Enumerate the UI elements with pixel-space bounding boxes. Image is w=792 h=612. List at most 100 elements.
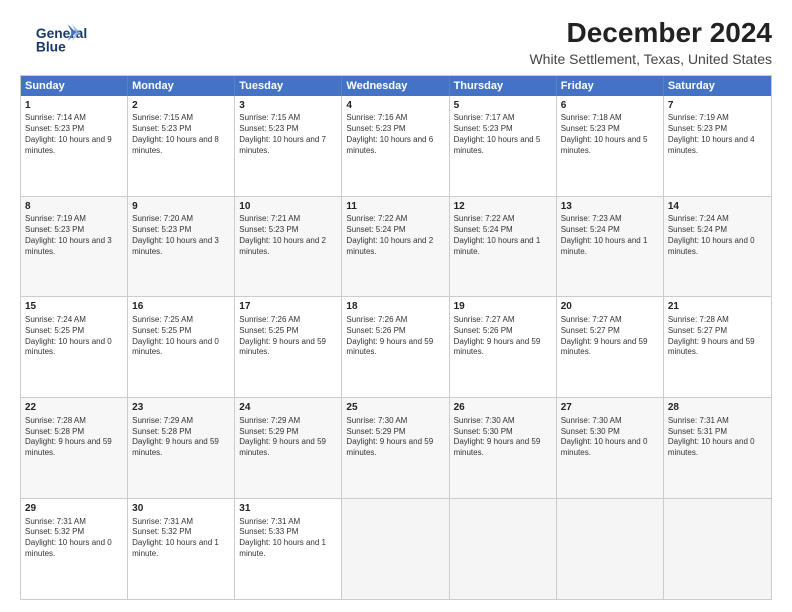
cell-info: Sunrise: 7:29 AMSunset: 5:29 PMDaylight:…	[239, 416, 337, 459]
day-number: 21	[668, 300, 767, 314]
cell-info: Sunrise: 7:29 AMSunset: 5:28 PMDaylight:…	[132, 416, 230, 459]
weekday-header: Tuesday	[235, 76, 342, 96]
day-number: 25	[346, 401, 444, 415]
calendar-cell: 29Sunrise: 7:31 AMSunset: 5:32 PMDayligh…	[21, 499, 128, 599]
calendar-cell: 13Sunrise: 7:23 AMSunset: 5:24 PMDayligh…	[557, 197, 664, 297]
day-number: 18	[346, 300, 444, 314]
cell-info: Sunrise: 7:28 AMSunset: 5:27 PMDaylight:…	[668, 315, 767, 358]
cell-info: Sunrise: 7:16 AMSunset: 5:23 PMDaylight:…	[346, 113, 444, 156]
calendar-cell: 4Sunrise: 7:16 AMSunset: 5:23 PMDaylight…	[342, 96, 449, 196]
day-number: 10	[239, 200, 337, 214]
cell-info: Sunrise: 7:20 AMSunset: 5:23 PMDaylight:…	[132, 214, 230, 257]
day-number: 24	[239, 401, 337, 415]
calendar-cell: 8Sunrise: 7:19 AMSunset: 5:23 PMDaylight…	[21, 197, 128, 297]
calendar-cell: 19Sunrise: 7:27 AMSunset: 5:26 PMDayligh…	[450, 297, 557, 397]
cell-info: Sunrise: 7:22 AMSunset: 5:24 PMDaylight:…	[346, 214, 444, 257]
day-number: 6	[561, 99, 659, 113]
calendar-cell: 11Sunrise: 7:22 AMSunset: 5:24 PMDayligh…	[342, 197, 449, 297]
calendar-cell: 6Sunrise: 7:18 AMSunset: 5:23 PMDaylight…	[557, 96, 664, 196]
calendar-cell: 21Sunrise: 7:28 AMSunset: 5:27 PMDayligh…	[664, 297, 771, 397]
cell-info: Sunrise: 7:19 AMSunset: 5:23 PMDaylight:…	[668, 113, 767, 156]
day-number: 11	[346, 200, 444, 214]
calendar-cell: 1Sunrise: 7:14 AMSunset: 5:23 PMDaylight…	[21, 96, 128, 196]
svg-text:Blue: Blue	[36, 40, 66, 55]
day-number: 5	[454, 99, 552, 113]
calendar-cell	[664, 499, 771, 599]
weekday-header: Wednesday	[342, 76, 449, 96]
calendar-cell: 31Sunrise: 7:31 AMSunset: 5:33 PMDayligh…	[235, 499, 342, 599]
calendar-cell: 20Sunrise: 7:27 AMSunset: 5:27 PMDayligh…	[557, 297, 664, 397]
day-number: 31	[239, 502, 337, 516]
day-number: 2	[132, 99, 230, 113]
day-number: 30	[132, 502, 230, 516]
day-number: 26	[454, 401, 552, 415]
calendar-row: 15Sunrise: 7:24 AMSunset: 5:25 PMDayligh…	[21, 296, 771, 397]
calendar-cell: 25Sunrise: 7:30 AMSunset: 5:29 PMDayligh…	[342, 398, 449, 498]
cell-info: Sunrise: 7:27 AMSunset: 5:26 PMDaylight:…	[454, 315, 552, 358]
day-number: 19	[454, 300, 552, 314]
calendar-row: 8Sunrise: 7:19 AMSunset: 5:23 PMDaylight…	[21, 196, 771, 297]
day-number: 23	[132, 401, 230, 415]
calendar-cell: 15Sunrise: 7:24 AMSunset: 5:25 PMDayligh…	[21, 297, 128, 397]
cell-info: Sunrise: 7:15 AMSunset: 5:23 PMDaylight:…	[132, 113, 230, 156]
calendar-cell: 18Sunrise: 7:26 AMSunset: 5:26 PMDayligh…	[342, 297, 449, 397]
day-number: 14	[668, 200, 767, 214]
calendar-header: SundayMondayTuesdayWednesdayThursdayFrid…	[21, 76, 771, 96]
location-title: White Settlement, Texas, United States	[529, 51, 772, 67]
cell-info: Sunrise: 7:30 AMSunset: 5:30 PMDaylight:…	[561, 416, 659, 459]
calendar-cell: 22Sunrise: 7:28 AMSunset: 5:28 PMDayligh…	[21, 398, 128, 498]
cell-info: Sunrise: 7:31 AMSunset: 5:32 PMDaylight:…	[25, 517, 123, 560]
calendar-cell: 16Sunrise: 7:25 AMSunset: 5:25 PMDayligh…	[128, 297, 235, 397]
weekday-header: Thursday	[450, 76, 557, 96]
month-title: December 2024	[529, 18, 772, 49]
cell-info: Sunrise: 7:18 AMSunset: 5:23 PMDaylight:…	[561, 113, 659, 156]
calendar-row: 1Sunrise: 7:14 AMSunset: 5:23 PMDaylight…	[21, 96, 771, 196]
day-number: 13	[561, 200, 659, 214]
calendar-cell: 30Sunrise: 7:31 AMSunset: 5:32 PMDayligh…	[128, 499, 235, 599]
cell-info: Sunrise: 7:22 AMSunset: 5:24 PMDaylight:…	[454, 214, 552, 257]
calendar-body: 1Sunrise: 7:14 AMSunset: 5:23 PMDaylight…	[21, 96, 771, 599]
weekday-header: Sunday	[21, 76, 128, 96]
weekday-header: Friday	[557, 76, 664, 96]
day-number: 9	[132, 200, 230, 214]
calendar-cell: 27Sunrise: 7:30 AMSunset: 5:30 PMDayligh…	[557, 398, 664, 498]
day-number: 28	[668, 401, 767, 415]
calendar-cell: 23Sunrise: 7:29 AMSunset: 5:28 PMDayligh…	[128, 398, 235, 498]
calendar: SundayMondayTuesdayWednesdayThursdayFrid…	[20, 75, 772, 600]
calendar-row: 22Sunrise: 7:28 AMSunset: 5:28 PMDayligh…	[21, 397, 771, 498]
cell-info: Sunrise: 7:19 AMSunset: 5:23 PMDaylight:…	[25, 214, 123, 257]
cell-info: Sunrise: 7:24 AMSunset: 5:24 PMDaylight:…	[668, 214, 767, 257]
day-number: 7	[668, 99, 767, 113]
calendar-cell: 9Sunrise: 7:20 AMSunset: 5:23 PMDaylight…	[128, 197, 235, 297]
cell-info: Sunrise: 7:31 AMSunset: 5:32 PMDaylight:…	[132, 517, 230, 560]
day-number: 15	[25, 300, 123, 314]
cell-info: Sunrise: 7:24 AMSunset: 5:25 PMDaylight:…	[25, 315, 123, 358]
calendar-cell	[450, 499, 557, 599]
logo: General Blue	[20, 22, 90, 58]
header: General Blue December 2024 White Settlem…	[20, 18, 772, 67]
cell-info: Sunrise: 7:28 AMSunset: 5:28 PMDaylight:…	[25, 416, 123, 459]
calendar-cell: 14Sunrise: 7:24 AMSunset: 5:24 PMDayligh…	[664, 197, 771, 297]
cell-info: Sunrise: 7:30 AMSunset: 5:29 PMDaylight:…	[346, 416, 444, 459]
day-number: 12	[454, 200, 552, 214]
title-block: December 2024 White Settlement, Texas, U…	[529, 18, 772, 67]
calendar-cell: 17Sunrise: 7:26 AMSunset: 5:25 PMDayligh…	[235, 297, 342, 397]
day-number: 27	[561, 401, 659, 415]
day-number: 29	[25, 502, 123, 516]
calendar-cell: 2Sunrise: 7:15 AMSunset: 5:23 PMDaylight…	[128, 96, 235, 196]
cell-info: Sunrise: 7:15 AMSunset: 5:23 PMDaylight:…	[239, 113, 337, 156]
cell-info: Sunrise: 7:21 AMSunset: 5:23 PMDaylight:…	[239, 214, 337, 257]
day-number: 17	[239, 300, 337, 314]
cell-info: Sunrise: 7:26 AMSunset: 5:25 PMDaylight:…	[239, 315, 337, 358]
weekday-header: Monday	[128, 76, 235, 96]
calendar-cell: 12Sunrise: 7:22 AMSunset: 5:24 PMDayligh…	[450, 197, 557, 297]
day-number: 1	[25, 99, 123, 113]
calendar-cell	[342, 499, 449, 599]
calendar-cell: 24Sunrise: 7:29 AMSunset: 5:29 PMDayligh…	[235, 398, 342, 498]
cell-info: Sunrise: 7:31 AMSunset: 5:31 PMDaylight:…	[668, 416, 767, 459]
calendar-cell: 10Sunrise: 7:21 AMSunset: 5:23 PMDayligh…	[235, 197, 342, 297]
cell-info: Sunrise: 7:23 AMSunset: 5:24 PMDaylight:…	[561, 214, 659, 257]
day-number: 4	[346, 99, 444, 113]
day-number: 16	[132, 300, 230, 314]
cell-info: Sunrise: 7:25 AMSunset: 5:25 PMDaylight:…	[132, 315, 230, 358]
